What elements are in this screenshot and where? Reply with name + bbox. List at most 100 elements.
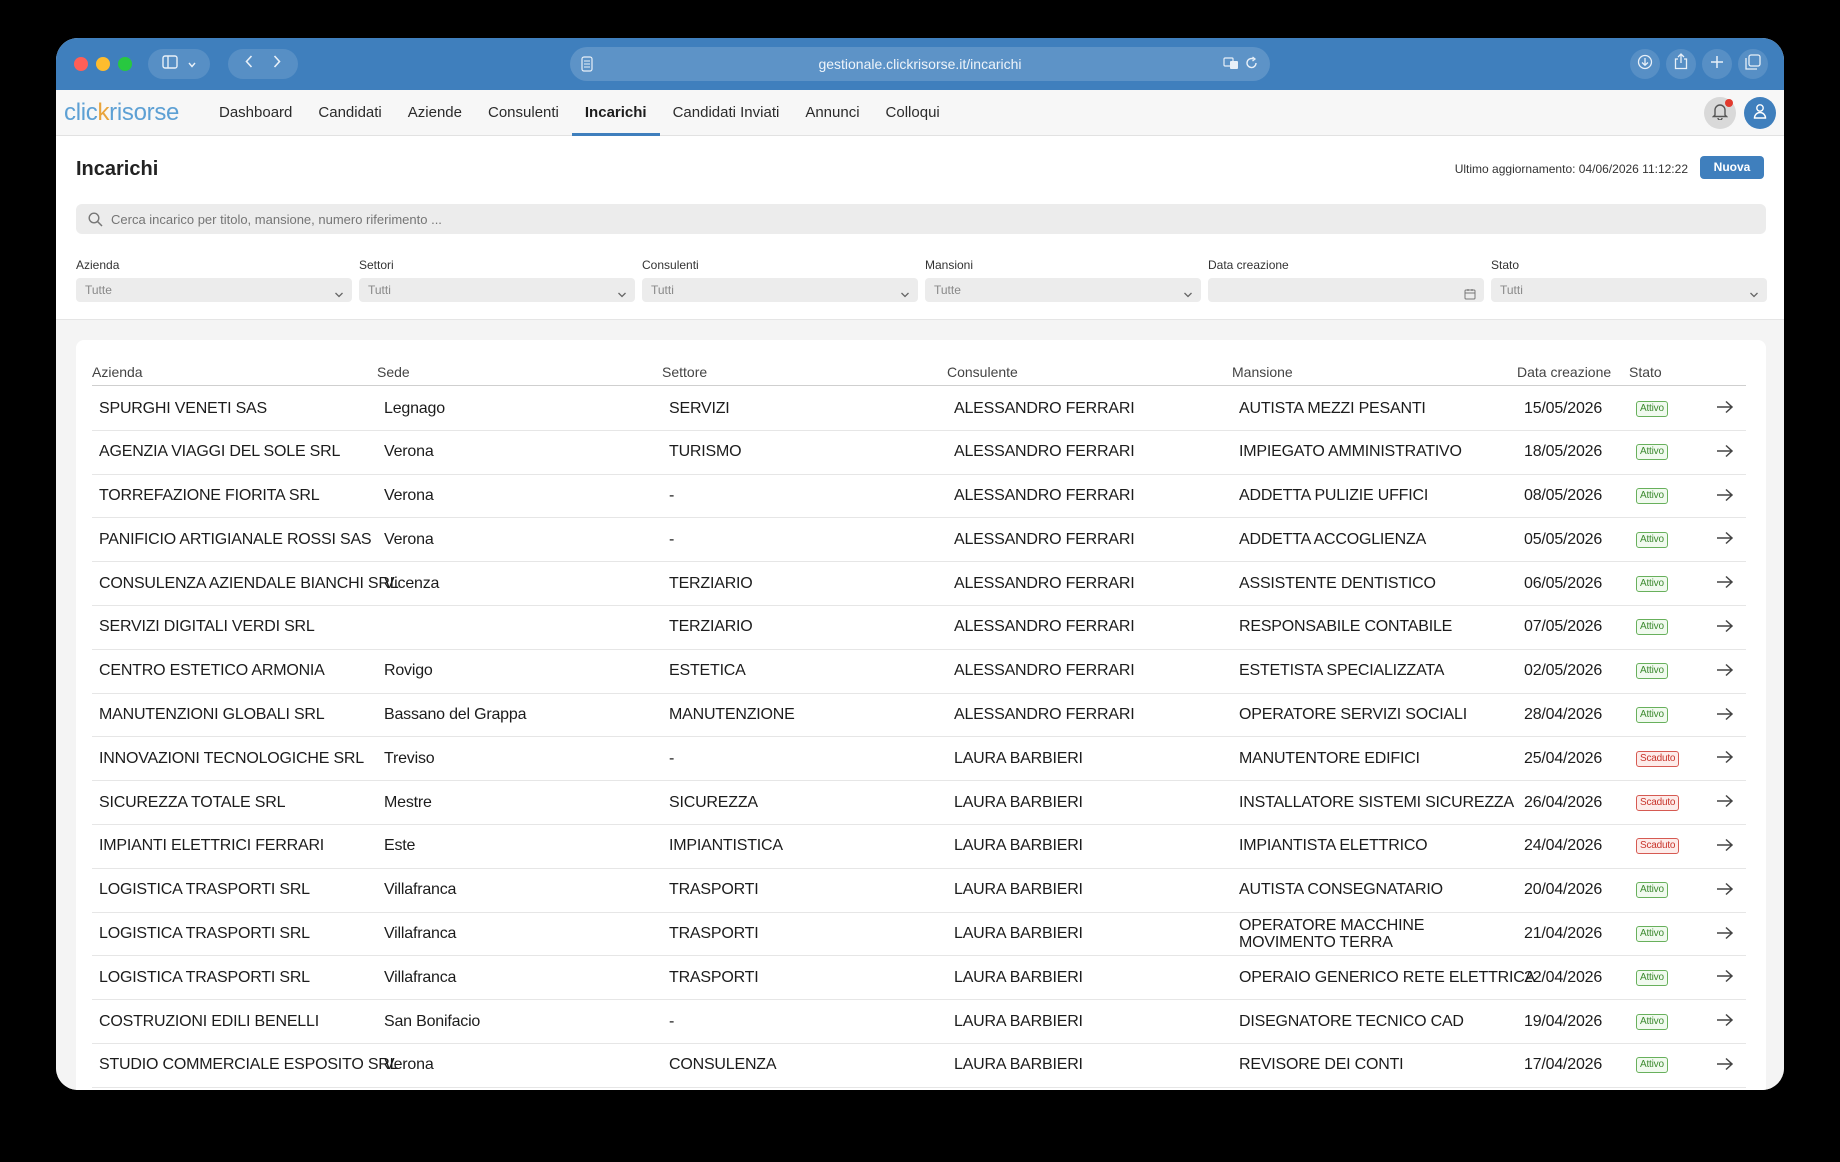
cell-azienda: SICUREZZA TOTALE SRL [99, 793, 286, 811]
status-badge: Attivo [1636, 926, 1668, 943]
cell-sede: San Bonifacio [384, 1012, 481, 1030]
arrow-right-icon[interactable] [1716, 619, 1734, 638]
arrow-right-icon[interactable] [1716, 663, 1734, 682]
downloads-button[interactable] [1630, 49, 1660, 79]
cell-mansione: OPERATORE SERVIZI SOCIALI [1239, 706, 1467, 724]
cell-sede: Villafranca [384, 968, 457, 986]
table-row[interactable]: SERVIZI DIGITALI VERDI SRL TERZIARIO ALESS… [92, 606, 1746, 650]
arrow-right-icon[interactable] [1716, 794, 1734, 813]
filter-azienda-select[interactable]: Tutte [76, 278, 352, 302]
new-tab-button[interactable] [1702, 49, 1732, 79]
nav-dashboard[interactable]: Dashboard [206, 90, 305, 136]
column-header-consulente[interactable]: Consulente [947, 364, 1018, 380]
status-badge: Attivo [1636, 663, 1668, 680]
table-row[interactable]: SICUREZZA TOTALE SRL Mestre SICUREZZA LAURA… [92, 781, 1746, 825]
search-bar [76, 204, 1766, 234]
nav-colloqui[interactable]: Colloqui [873, 90, 953, 136]
table-row[interactable]: IMPIANTI ELETTRICI FERRARI Este IMPIANTIST… [92, 825, 1746, 869]
chevron-down-icon [334, 284, 344, 308]
arrow-right-icon[interactable] [1716, 969, 1734, 988]
arrow-right-icon[interactable] [1716, 531, 1734, 550]
calendar-icon [1464, 284, 1476, 308]
arrow-right-icon[interactable] [1716, 575, 1734, 594]
column-header-settore[interactable]: Settore [662, 364, 707, 380]
nav-aziende[interactable]: Aziende [395, 90, 475, 136]
user-menu-button[interactable] [1744, 97, 1776, 129]
new-incarico-button[interactable]: Nuova [1700, 156, 1764, 179]
table-row[interactable]: MANUTENZIONI GLOBALI SRL Bassano del Grap… [92, 694, 1746, 738]
column-header-azienda[interactable]: Azienda [92, 364, 143, 380]
share-button[interactable] [1666, 49, 1696, 79]
nav-candidati-inviati[interactable]: Candidati Inviati [660, 90, 793, 136]
maximize-window-button[interactable] [118, 57, 132, 71]
table-row[interactable]: COSTRUZIONI EDILI BENELLI San Bonifacio - L… [92, 1000, 1746, 1044]
clickrisorse-logo[interactable]: clickrisorse [64, 99, 179, 127]
nav-annunci[interactable]: Annunci [792, 90, 872, 136]
column-header-mansione[interactable]: Mansione [1232, 364, 1293, 380]
arrow-right-icon[interactable] [1716, 488, 1734, 507]
column-header-sede[interactable]: Sede [377, 364, 410, 380]
cell-settore: TRASPORTI [669, 968, 759, 986]
table-row[interactable]: PANIFICIO ARTIGIANALE ROSSI SAS Verona - AL… [92, 518, 1746, 563]
table-row[interactable]: STUDIO COMMERCIALE ESPOSITO SRL Verona CON… [92, 1044, 1746, 1088]
translate-icon[interactable] [1223, 56, 1239, 73]
arrow-right-icon[interactable] [1716, 882, 1734, 901]
back-icon[interactable] [245, 55, 253, 73]
nav-incarichi[interactable]: Incarichi [571, 90, 660, 136]
cell-stato: Attivo [1636, 1044, 1668, 1087]
column-header-stato[interactable]: Stato [1629, 364, 1662, 380]
arrow-right-icon[interactable] [1716, 707, 1734, 726]
cell-stato: Attivo [1636, 606, 1668, 649]
status-badge: Scaduto [1636, 838, 1680, 855]
table-row[interactable]: INNOVAZIONI TECNOLOGICHE SRL Treviso - LAUR… [92, 737, 1746, 782]
filter-stato-select[interactable]: Tutti [1491, 278, 1767, 302]
table-row[interactable]: CENTRO ESTETICO ARMONIA Rovigo ESTETICA ALE… [92, 650, 1746, 694]
filter-value: Tutti [368, 283, 391, 297]
arrow-right-icon[interactable] [1716, 1057, 1734, 1076]
status-badge: Attivo [1636, 1013, 1668, 1030]
reload-icon[interactable] [1245, 56, 1258, 73]
table-row[interactable]: TORREFAZIONE FIORITA SRL Verona - ALESSANDR… [92, 475, 1746, 519]
close-window-button[interactable] [74, 57, 88, 71]
page-menu-icon[interactable] [580, 56, 594, 75]
arrow-right-icon[interactable] [1716, 926, 1734, 945]
nav-consulenti[interactable]: Consulenti [475, 90, 572, 136]
arrow-right-icon[interactable] [1716, 750, 1734, 769]
notifications-button[interactable] [1704, 97, 1736, 129]
cell-stato: Attivo [1636, 475, 1668, 518]
cell-mansione: MANUTENTORE EDIFICI [1239, 749, 1420, 767]
cell-settore: - [669, 487, 675, 505]
table-row[interactable]: CONSULENZA AZIENDALE BIANCHI SRL Vicenza T… [92, 562, 1746, 606]
table-row[interactable]: LOGISTICA TRASPORTI SRL Villafranca TRASPO… [92, 869, 1746, 913]
arrow-right-icon[interactable] [1716, 444, 1734, 463]
status-badge: Attivo [1636, 882, 1668, 899]
minimize-window-button[interactable] [96, 57, 110, 71]
filter-date-input[interactable] [1208, 278, 1484, 302]
cell-consulente: ALESSANDRO FERRARI [954, 618, 1135, 636]
filter-settori-select[interactable]: Tutti [359, 278, 635, 302]
arrow-right-icon[interactable] [1716, 400, 1734, 419]
cell-mansione: ADDETTA ACCOGLIENZA [1239, 530, 1427, 548]
filter-mansioni-select[interactable]: Tutte [925, 278, 1201, 302]
cell-data-creazione: 24/04/2026 [1524, 837, 1603, 855]
table-row[interactable]: LOGISTICA TRASPORTI SRL Villafranca TRASPO… [92, 913, 1746, 957]
url-text: gestionale.clickrisorse.it/incarichi [818, 56, 1022, 72]
nav-candidati[interactable]: Candidati [305, 90, 394, 136]
table-row[interactable]: AGENZIA VIAGGI DEL SOLE SRL Verona TURISMO… [92, 431, 1746, 475]
table-row[interactable]: LOGISTICA TRASPORTI SRL Villafranca TRASPO… [92, 956, 1746, 1001]
address-bar[interactable]: gestionale.clickrisorse.it/incarichi [570, 47, 1270, 81]
filter-consulenti-select[interactable]: Tutti [642, 278, 918, 302]
cell-settore: TERZIARIO [669, 618, 753, 636]
cell-consulente: LAURA BARBIERI [954, 925, 1083, 943]
cell-stato: Attivo [1636, 913, 1668, 956]
filter-label: Azienda [76, 258, 120, 272]
search-input[interactable] [111, 211, 1711, 227]
sidebar-toggle-button[interactable] [148, 49, 210, 79]
tab-overview-button[interactable] [1738, 49, 1768, 79]
table-row[interactable]: SPURGHI VENETI SAS Legnago SERVIZI ALESSAND… [92, 387, 1746, 431]
arrow-right-icon[interactable] [1716, 838, 1734, 857]
arrow-right-icon[interactable] [1716, 1013, 1734, 1032]
cell-azienda: TORREFAZIONE FIORITA SRL [99, 487, 320, 505]
forward-icon[interactable] [273, 55, 281, 73]
column-header-data-creazione[interactable]: Data creazione [1517, 364, 1611, 380]
